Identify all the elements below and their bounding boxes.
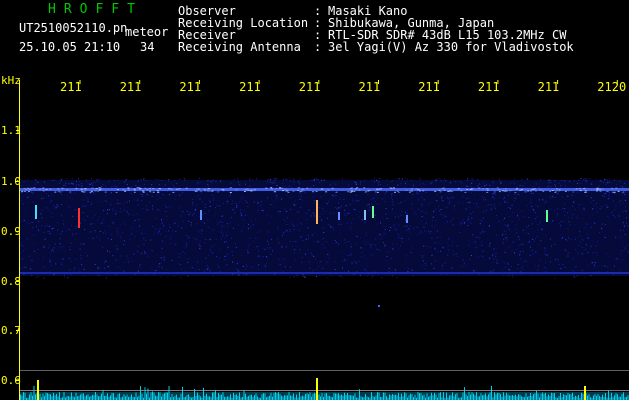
meteor-echo	[78, 208, 80, 228]
capture-datetime: 25.10.05 21:10	[19, 40, 121, 54]
mode-label: meteor	[125, 25, 169, 39]
meteor-echo	[378, 305, 380, 307]
meteor-echo	[546, 210, 548, 222]
y-tick-label: 0.6	[1, 374, 21, 387]
meteor-echo	[200, 210, 202, 220]
x-tick-label: 211	[239, 80, 261, 94]
carrier-line	[20, 188, 629, 191]
meteor-echo	[406, 215, 408, 223]
meteor-echo	[316, 200, 318, 224]
file-name: UT2510052110.pn	[19, 21, 128, 35]
capture-duration: 34	[140, 40, 155, 54]
y-tick-label: 1.1	[1, 124, 21, 137]
app-brand: HROFFT	[48, 2, 143, 17]
x-axis-ticks: 211 211 211 211 211 211 211 211 211 2120	[60, 80, 626, 94]
meteor-echo	[364, 210, 366, 220]
noise-band	[20, 178, 629, 279]
x-tick-label: 211	[538, 80, 560, 94]
audio-spike	[316, 378, 318, 400]
x-tick-label: 211	[418, 80, 440, 94]
spectrogram-view: 1.11.00.90.80.70.6 211 211 211 211 211 211 211…	[1, 74, 629, 400]
meteor-echo	[338, 212, 340, 220]
x-tick-label: 211	[478, 80, 500, 94]
info-label: Receiving Antenna	[178, 40, 301, 54]
axis-unit-label: kHz	[1, 74, 21, 87]
meteor-echo	[372, 206, 374, 218]
y-tick-label: 0.8	[1, 275, 21, 288]
x-tick-label: 211	[359, 80, 381, 94]
meteor-echo	[35, 205, 37, 219]
audio-spike	[584, 386, 586, 400]
y-tick-label: 0.7	[1, 324, 21, 337]
station-info: Observer: Masaki Kano Receiving Location:…	[178, 5, 574, 53]
audio-spike	[37, 380, 39, 400]
x-tick-label: 211	[120, 80, 142, 94]
x-tick-label: 211	[179, 80, 201, 94]
info-value: 3el Yagi(V) Az 330 for Vladivostok	[328, 40, 574, 54]
x-tick-label: 2120	[597, 80, 626, 94]
y-tick-label: 1.0	[1, 175, 21, 188]
y-axis-ticks: 1.1 1.0 0.9 0.8 0.7 0.6	[1, 124, 21, 387]
x-tick-label: 211	[60, 80, 82, 94]
y-tick-label: 0.9	[1, 225, 21, 238]
audio-level-trace	[20, 378, 629, 400]
x-tick-label: 211	[299, 80, 321, 94]
info-row-antenna: Receiving Antenna:3el Yagi(V) Az 330 for…	[178, 40, 574, 54]
noise-band-fill	[20, 180, 629, 276]
